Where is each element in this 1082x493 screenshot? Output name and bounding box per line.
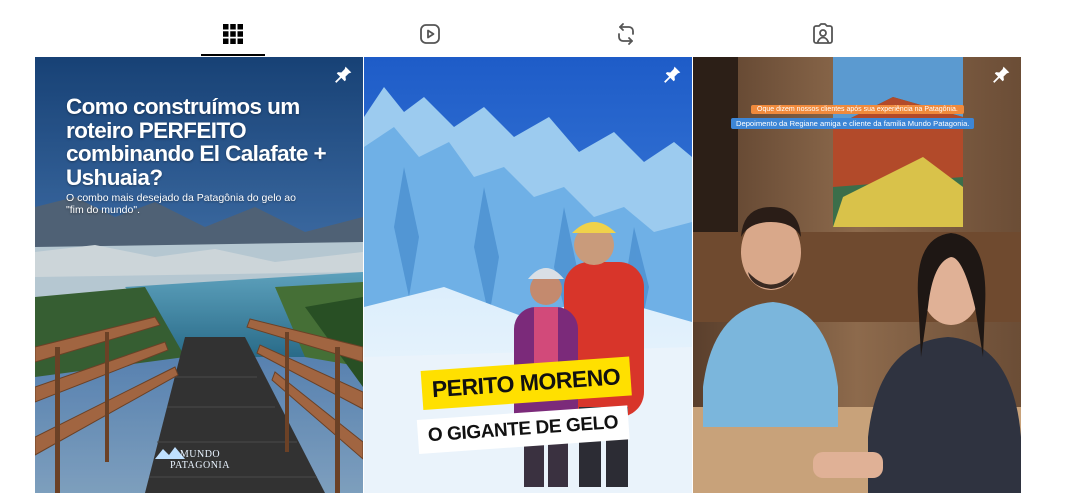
posts-grid: Como construímos um roteiro PERFEITO com… <box>35 57 1021 493</box>
caption-bottom: Depoimento da Regiane amiga e cliente da… <box>731 118 975 129</box>
pin-icon <box>664 66 681 83</box>
tab-reposts[interactable] <box>594 10 658 56</box>
post-tile[interactable]: Como construímos um roteiro PERFEITO com… <box>35 57 363 493</box>
pin-icon <box>993 66 1010 83</box>
post-subtitle: O combo mais desejado da Patagônia do ge… <box>66 192 296 216</box>
tagged-user-icon <box>813 23 833 44</box>
post-title: Como construímos um roteiro PERFEITO com… <box>66 94 327 190</box>
reels-play-icon <box>420 24 440 44</box>
brand-logo: MUNDO PATAGONIA <box>169 449 230 471</box>
tab-tagged[interactable] <box>791 10 855 56</box>
repost-icon <box>618 23 634 45</box>
profile-tabs <box>36 0 1022 56</box>
caption-top: Oque dizem nossos clientes após sua expe… <box>751 105 964 114</box>
tab-posts[interactable] <box>201 10 265 56</box>
post-tile[interactable]: PERITO MORENO O GIGANTE DE GELO <box>364 57 692 493</box>
pin-icon <box>335 66 352 83</box>
grid-icon <box>223 24 243 44</box>
post-tile[interactable]: Oque dizem nossos clientes após sua expe… <box>693 57 1021 493</box>
tab-reels[interactable] <box>398 10 462 56</box>
